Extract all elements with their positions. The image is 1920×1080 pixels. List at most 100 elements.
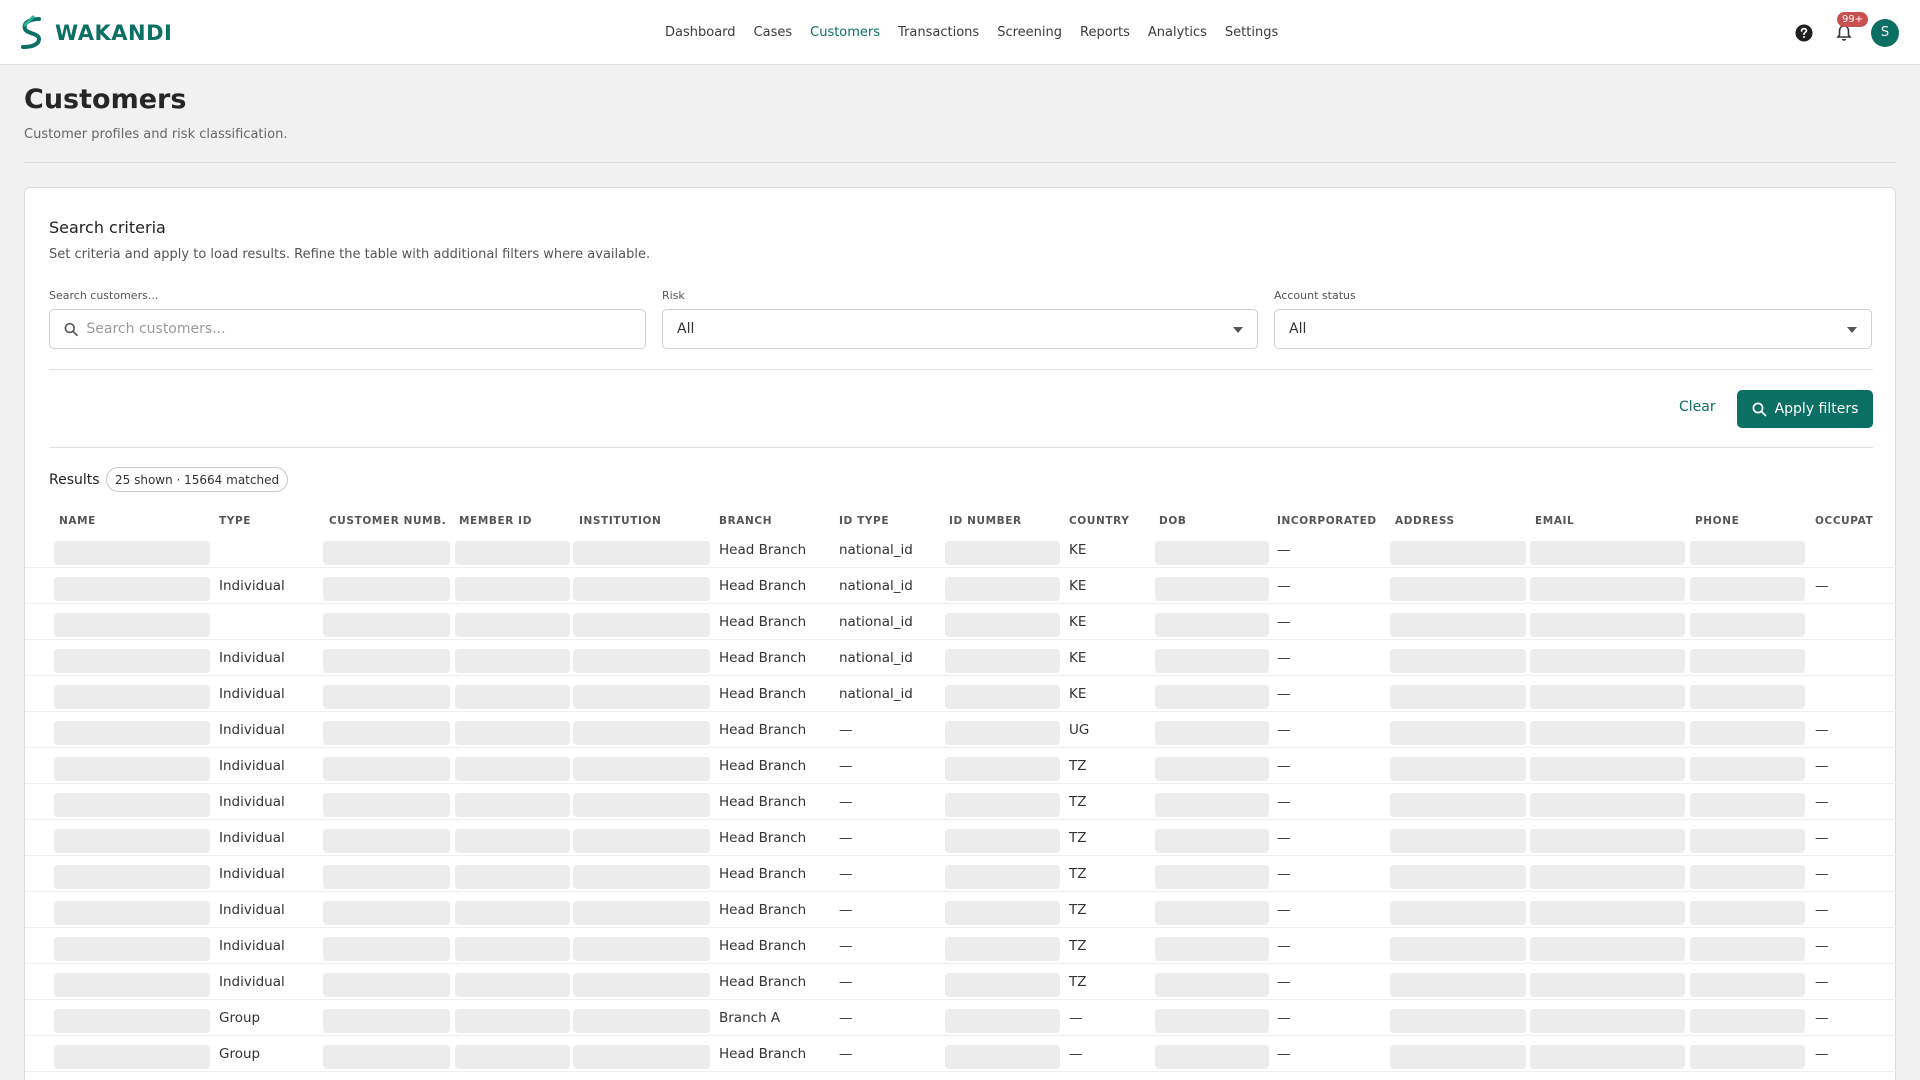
table-row[interactable]: Individual Head Branch — TZ — — [25,856,1897,892]
loading-placeholder [54,649,210,673]
cell-incorporated: — [1277,722,1291,738]
table-row[interactable]: Individual Head Branch — TZ — — [25,964,1897,1000]
account-status-select[interactable]: All [1274,309,1872,349]
loading-placeholder [945,757,1060,781]
table-row[interactable]: Head Branch national_id KE — [25,604,1897,640]
column-header-email[interactable]: EMAIL [1535,515,1574,527]
table-row[interactable]: Individual Head Branch national_id KE — [25,676,1897,712]
loading-placeholder [573,541,710,565]
notifications-button[interactable]: 99+ [1831,11,1869,46]
loading-placeholder [1690,613,1805,637]
column-header-name[interactable]: NAME [59,515,96,527]
loading-placeholder [455,685,570,709]
table-row[interactable]: Group Head Branch — — — — [25,1036,1897,1072]
table-row[interactable]: Individual Head Branch — UG — — [25,712,1897,748]
column-header-id-number[interactable]: ID NUMBER [949,515,1022,527]
loading-placeholder [945,685,1060,709]
risk-select[interactable]: All [662,309,1258,349]
cell-branch: Head Branch [719,794,807,810]
column-header-phone[interactable]: PHONE [1695,515,1739,527]
cell-branch: Head Branch [719,902,807,918]
clear-button[interactable]: Clear [1679,399,1716,415]
cell-incorporated: — [1277,542,1291,558]
column-header-dob[interactable]: DOB [1159,515,1186,527]
loading-placeholder [573,829,710,853]
cell-id-type: — [839,758,853,774]
nav-link-screening[interactable]: Screening [997,25,1062,40]
cell-country: TZ [1069,974,1087,990]
column-header-customer-number[interactable]: CUSTOMER NUMB... [329,515,447,527]
search-input[interactable] [86,321,631,337]
cell-occupation: — [1815,1046,1829,1062]
cell-id-type: — [839,794,853,810]
column-header-occupation[interactable]: OCCUPAT [1815,515,1873,527]
cell-country: UG [1069,722,1090,738]
cell-branch: Head Branch [719,614,807,630]
column-header-institution[interactable]: INSTITUTION [579,515,661,527]
search-input-wrapper[interactable] [49,309,646,349]
cell-incorporated: — [1277,758,1291,774]
user-avatar[interactable]: S [1871,18,1899,47]
results-divider [49,447,1873,448]
loading-placeholder [54,577,210,601]
table-row[interactable]: Individual Head Branch — TZ — — [25,928,1897,964]
cell-type: Individual [219,830,285,846]
column-header-id-type[interactable]: ID TYPE [839,515,889,527]
column-header-branch[interactable]: BRANCH [719,515,772,527]
cell-type: Group [219,1010,261,1026]
column-header-address[interactable]: ADDRESS [1395,515,1455,527]
risk-select-value: All [677,321,695,337]
loading-placeholder [1155,757,1269,781]
loading-placeholder [455,901,570,925]
nav-link-settings[interactable]: Settings [1225,25,1278,40]
cell-type: Individual [219,866,285,882]
nav-link-dashboard[interactable]: Dashboard [665,25,736,40]
nav-link-analytics[interactable]: Analytics [1148,25,1207,40]
brand-logo[interactable]: WAKANDI [17,15,172,51]
loading-placeholder [1390,937,1526,961]
apply-filters-button[interactable]: Apply filters [1737,390,1873,428]
table-row[interactable]: Individual Head Branch national_id KE — [25,640,1897,676]
table-row[interactable]: Individual Head Branch national_id KE — — [25,568,1897,604]
loading-placeholder [1690,973,1805,997]
page-subtitle: Customer profiles and risk classificatio… [24,127,288,142]
filters-divider [49,369,1873,370]
loading-placeholder [323,937,450,961]
loading-placeholder [1530,973,1685,997]
loading-placeholder [573,757,710,781]
help-button[interactable] [1791,20,1817,46]
loading-placeholder [573,937,710,961]
column-header-member-id[interactable]: MEMBER ID [459,515,532,527]
column-header-type[interactable]: TYPE [219,515,251,527]
table-row[interactable]: Group Branch A — — — — [25,1000,1897,1036]
loading-placeholder [573,721,710,745]
table-row[interactable]: Individual Head Branch — TZ — — [25,784,1897,820]
nav-link-customers[interactable]: Customers [810,25,880,40]
column-header-country[interactable]: COUNTRY [1069,515,1129,527]
loading-placeholder [54,865,210,889]
nav-link-reports[interactable]: Reports [1080,25,1130,40]
nav-link-transactions[interactable]: Transactions [898,25,979,40]
loading-placeholder [945,649,1060,673]
search-icon [64,322,78,336]
loading-placeholder [54,541,210,565]
cell-branch: Branch A [719,1010,781,1026]
table-row[interactable]: Individual Head Branch — TZ — — [25,892,1897,928]
account-status-label: Account status [1274,289,1356,302]
loading-placeholder [1530,1009,1685,1033]
column-header-incorporated[interactable]: INCORPORATED [1277,515,1377,527]
cell-occupation: — [1815,794,1829,810]
nav-link-cases[interactable]: Cases [754,25,793,40]
loading-placeholder [1155,577,1269,601]
cell-type: Individual [219,686,285,702]
table-row[interactable]: Individual Head Branch — TZ — — [25,748,1897,784]
cell-branch: Head Branch [719,722,807,738]
table-row[interactable]: Head Branch national_id KE — [25,532,1897,568]
main-nav-links: Dashboard Cases Customers Transactions S… [665,0,1278,65]
loading-placeholder [945,793,1060,817]
cell-branch: Head Branch [719,938,807,954]
loading-placeholder [945,613,1060,637]
loading-placeholder [573,1009,710,1033]
cell-id-type: — [839,902,853,918]
table-row[interactable]: Individual Head Branch — TZ — — [25,820,1897,856]
